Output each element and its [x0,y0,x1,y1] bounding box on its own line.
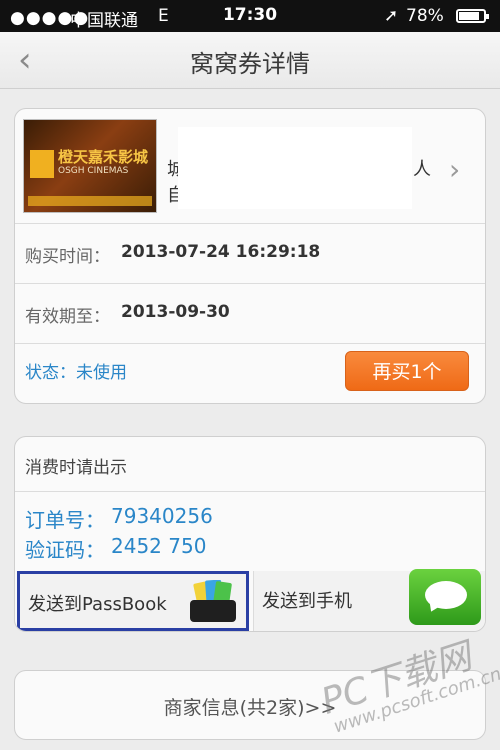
purchase-time-label: 购买时间： [25,247,110,267]
redacted-deal-title [178,127,412,209]
send-to-passbook-button[interactable]: 发送到PassBook [17,571,249,631]
code-label: 验证码： [25,538,105,562]
send-to-phone-button[interactable]: 发送到手机 [253,569,485,631]
voucher-card: 消费时请出示 订单号： 79340256 验证码： 2452 750 发送到Pa… [14,436,486,632]
valid-until-value: 2013-09-30 [121,302,230,322]
send-passbook-label: 发送到PassBook [28,594,167,615]
cinema-logo [30,150,54,178]
page-title: 窝窝券详情 [190,50,310,78]
valid-until-label: 有效期至： [25,307,110,327]
passbook-icon [190,580,236,622]
order-label: 订单号： [25,508,105,532]
battery-icon [456,9,489,23]
nav-bar: ‹ 窝窝券详情 [0,32,500,89]
present-hint: 消费时请出示 [25,458,127,478]
deal-title-fragment: 人 [413,159,431,180]
buy-again-button[interactable]: 再买1个 [345,351,469,391]
battery-percent: 78% [406,6,444,26]
deal-summary[interactable]: 橙天嘉禾影城 OSGH CINEMAS 城 自 人 › [15,109,485,223]
cinema-thumbnail: 橙天嘉禾影城 OSGH CINEMAS [23,119,157,213]
voucher-codes: 订单号： 79340256 验证码： 2452 750 [15,491,485,572]
status-bar: ●●●●● 中国联通 E 17:30 ➚ 78% [0,0,500,32]
thumbnail-brand-en: OSGH CINEMAS [58,166,129,176]
messages-icon [409,569,481,625]
purchase-time-value: 2013-07-24 16:29:18 [121,242,321,262]
verification-code: 2452 750 [111,534,207,558]
send-phone-label: 发送到手机 [262,591,352,612]
chevron-right-icon[interactable]: › [449,153,460,186]
location-arrow-icon: ➚ [384,6,399,26]
thumbnail-brand: 橙天嘉禾影城 [58,148,149,166]
valid-until-row: 有效期至： 2013-09-30 [15,283,485,344]
status-text: 状态：未使用 [25,363,127,383]
purchase-time-row: 购买时间： 2013-07-24 16:29:18 [15,223,485,284]
order-number: 79340256 [111,504,213,528]
deal-card: 橙天嘉禾影城 OSGH CINEMAS 城 自 人 › 购买时间： 2013-0… [14,108,486,404]
